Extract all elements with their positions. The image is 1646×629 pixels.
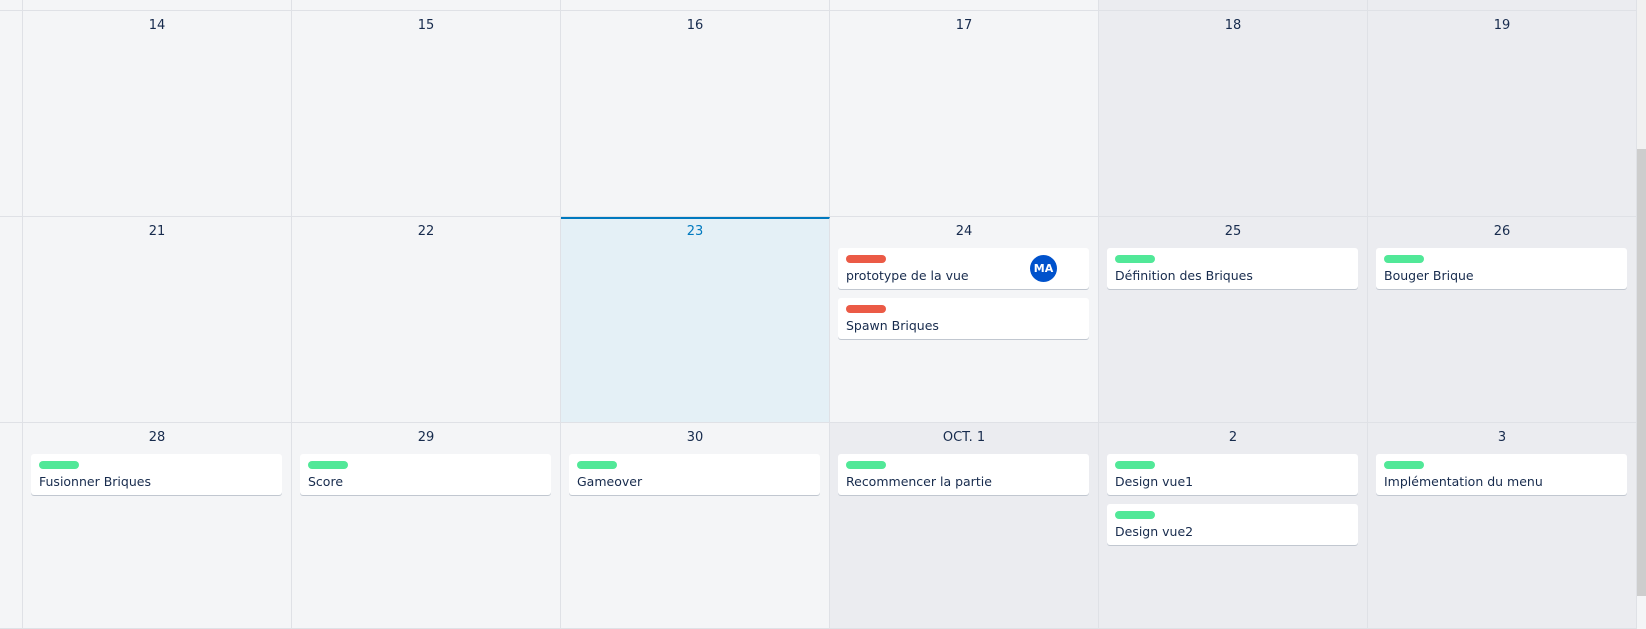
day-number[interactable]: 15 (292, 18, 560, 33)
card-title: Implémentation du menu (1384, 474, 1543, 489)
calendar-day-cell[interactable]: 19 (1368, 11, 1637, 217)
day-number[interactable]: 19 (1368, 18, 1636, 33)
calendar-day-cell[interactable]: 29 Score (292, 423, 561, 629)
card-label-green (39, 461, 79, 469)
calendar-day-cell[interactable]: 2 Design vue1 Design vue2 (1099, 423, 1368, 629)
calendar-cell-partial (1368, 0, 1637, 11)
card-label-red (846, 255, 886, 263)
calendar-card[interactable]: Score (300, 454, 551, 495)
calendar-cell-partial (292, 0, 561, 11)
card-label-green (308, 461, 348, 469)
calendar-day-cell[interactable]: 28 Fusionner Briques (23, 423, 292, 629)
card-label-red (846, 305, 886, 313)
calendar-card[interactable]: Design vue1 (1107, 454, 1358, 495)
calendar-day-cell[interactable]: 24 prototype de la vue MA Spawn Briques (830, 217, 1099, 423)
card-title: Spawn Briques (846, 318, 939, 333)
card-label-green (1115, 461, 1155, 469)
calendar-day-cell[interactable]: 15 (292, 11, 561, 217)
calendar-cell-partial (0, 0, 23, 11)
calendar-card[interactable]: Recommencer la partie (838, 454, 1089, 495)
calendar-cell-partial (561, 0, 830, 11)
calendar-day-cell[interactable]: 25 Définition des Briques (1099, 217, 1368, 423)
day-number[interactable]: 3 (1368, 430, 1636, 445)
calendar-cell-partial (830, 0, 1099, 11)
calendar-day-cell[interactable]: 21 (23, 217, 292, 423)
day-number[interactable]: 23 (561, 224, 829, 239)
calendar-day-cell[interactable]: 16 (561, 11, 830, 217)
card-title: Bouger Brique (1384, 268, 1474, 283)
card-title: Design vue2 (1115, 524, 1194, 539)
card-title: Fusionner Briques (39, 474, 151, 489)
day-number[interactable]: 22 (292, 224, 560, 239)
calendar-card[interactable]: prototype de la vue MA (838, 248, 1089, 289)
card-title: Recommencer la partie (846, 474, 992, 489)
member-avatar[interactable]: MA (1030, 255, 1057, 282)
calendar-card[interactable]: Design vue2 (1107, 504, 1358, 545)
day-number[interactable]: 28 (23, 430, 291, 445)
calendar-day-cell[interactable]: 30 Gameover (561, 423, 830, 629)
calendar-day-cell[interactable]: 26 Bouger Brique (1368, 217, 1637, 423)
calendar-card[interactable]: Bouger Brique (1376, 248, 1627, 289)
calendar-cell-partial (0, 217, 23, 423)
calendar-cell-partial (0, 423, 23, 629)
day-number[interactable]: 25 (1099, 224, 1367, 239)
calendar-card[interactable]: Gameover (569, 454, 820, 495)
calendar-card[interactable]: Définition des Briques (1107, 248, 1358, 289)
card-label-green (1115, 511, 1155, 519)
day-number[interactable]: 2 (1099, 430, 1367, 445)
day-number[interactable]: 24 (830, 224, 1098, 239)
vertical-scrollbar[interactable] (1637, 0, 1646, 596)
card-title: Design vue1 (1115, 474, 1194, 489)
card-title: prototype de la vue (846, 268, 969, 283)
calendar-cell-partial (1099, 0, 1368, 11)
card-label-green (846, 461, 886, 469)
card-label-green (577, 461, 617, 469)
day-number[interactable]: 26 (1368, 224, 1636, 239)
calendar-card[interactable]: Spawn Briques (838, 298, 1089, 339)
card-label-green (1115, 255, 1155, 263)
calendar-card[interactable]: Fusionner Briques (31, 454, 282, 495)
calendar-day-cell[interactable]: 18 (1099, 11, 1368, 217)
scrollbar-thumb[interactable] (1637, 149, 1646, 596)
day-number[interactable]: OCT. 1 (830, 430, 1098, 445)
calendar-day-cell[interactable]: OCT. 1 Recommencer la partie (830, 423, 1099, 629)
day-number[interactable]: 29 (292, 430, 560, 445)
day-number[interactable]: 17 (830, 18, 1098, 33)
calendar-day-cell[interactable]: 3 Implémentation du menu (1368, 423, 1637, 629)
calendar-cell-partial (23, 0, 292, 11)
day-number[interactable]: 30 (561, 430, 829, 445)
day-number[interactable]: 21 (23, 224, 291, 239)
card-title: Score (308, 474, 344, 489)
day-number[interactable]: 14 (23, 18, 291, 33)
calendar-cell-partial (0, 11, 23, 217)
day-number[interactable]: 16 (561, 18, 829, 33)
day-number[interactable]: 18 (1099, 18, 1367, 33)
calendar-card[interactable]: Implémentation du menu (1376, 454, 1627, 495)
calendar-day-cell[interactable]: 17 (830, 11, 1099, 217)
card-label-green (1384, 255, 1424, 263)
calendar-day-cell[interactable]: 14 (23, 11, 292, 217)
card-title: Gameover (577, 474, 643, 489)
calendar-day-cell[interactable]: 22 (292, 217, 561, 423)
card-label-green (1384, 461, 1424, 469)
card-title: Définition des Briques (1115, 268, 1253, 283)
calendar-day-cell[interactable]: 23 (561, 217, 830, 423)
